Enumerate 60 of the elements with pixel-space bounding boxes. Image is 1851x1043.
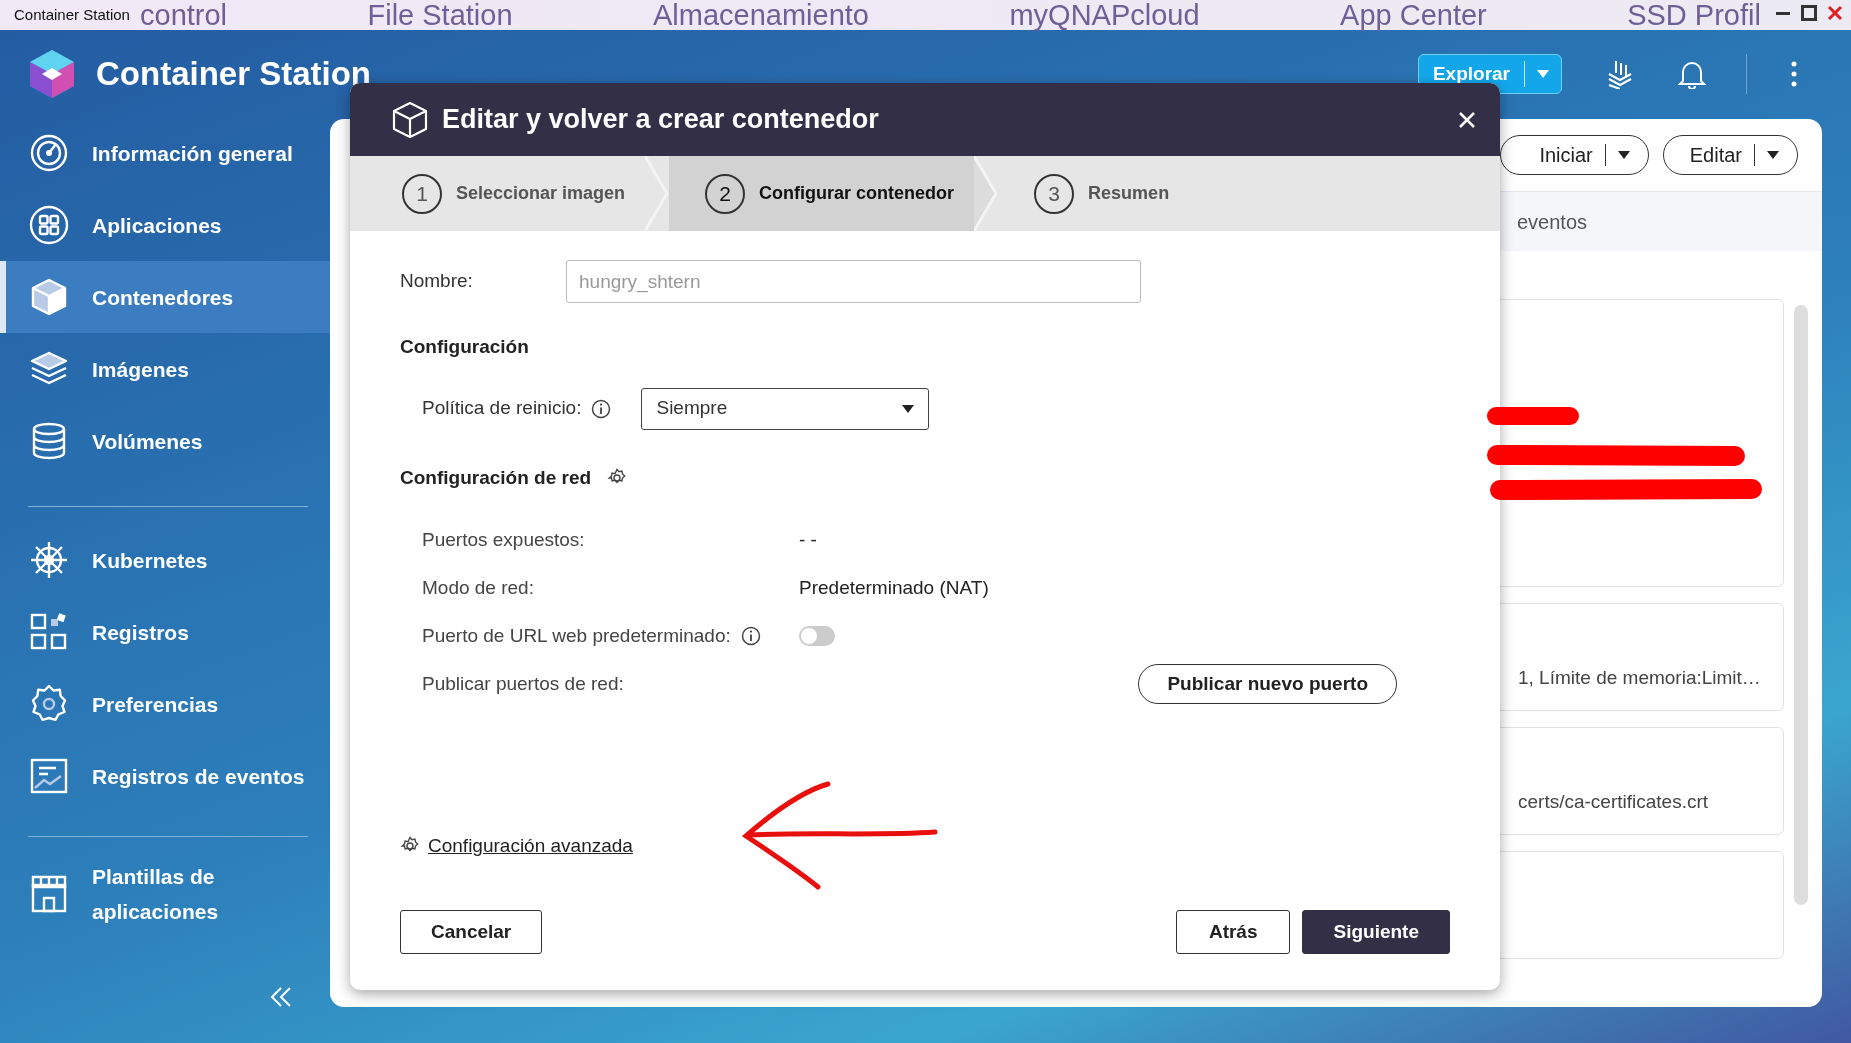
wizard-step[interactable]: 1 Seleccionar imagen: [350, 156, 646, 231]
field-value: Predeterminado (NAT): [799, 575, 989, 600]
caret-icon: [902, 404, 915, 413]
collapse-icon[interactable]: [270, 985, 292, 1008]
field-label: Publicar puertos de red:: [422, 671, 624, 696]
field-label: Nombre:: [400, 269, 474, 294]
tab[interactable]: myQNAPcloud: [1009, 0, 1200, 30]
advanced-settings-link[interactable]: Configuración avanzada: [428, 832, 633, 861]
caret-icon: [1767, 151, 1779, 159]
sidebar-item[interactable]: Registros de eventos: [0, 740, 330, 812]
sidebar-item[interactable]: Contenedores: [0, 261, 330, 333]
maximize-icon[interactable]: [1801, 5, 1817, 21]
cube-icon: [392, 100, 428, 139]
grid-icon: [28, 204, 70, 246]
publish-port-button[interactable]: Publicar nuevo puerto: [1138, 664, 1397, 704]
restart-policy-dropdown[interactable]: Siempre: [641, 387, 930, 430]
tab[interactable]: control: [140, 0, 228, 30]
window-title: Container Station: [13, 4, 131, 25]
close-icon[interactable]: [1827, 5, 1843, 21]
sidebar-item[interactable]: Preferencias: [0, 668, 330, 740]
tab[interactable]: eventos: [1517, 206, 1588, 237]
info-icon[interactable]: [740, 626, 761, 646]
sidebar-item[interactable]: Plantillas de aplicaciones: [0, 858, 330, 930]
field-label: Puertos expuestos:: [422, 527, 585, 552]
ship-wheel-icon: [28, 539, 70, 581]
card-text: certs/ca-certificates.crt: [1518, 789, 1709, 814]
field-value: - -: [799, 527, 817, 552]
tab[interactable]: App Center: [1340, 0, 1487, 30]
card-text: 1, Límite de memoria:Limit…: [1518, 665, 1761, 690]
sidebar-item[interactable]: Imágenes: [0, 333, 330, 405]
field-label: Política de reinicio:: [422, 396, 582, 421]
wizard-step[interactable]: 2 Configurar contenedor: [669, 156, 975, 231]
tab[interactable]: File Station: [367, 0, 513, 30]
app-title: Container Station: [96, 53, 371, 94]
toggle-switch[interactable]: [799, 626, 835, 646]
more-icon[interactable]: [1791, 60, 1797, 87]
sidebar-item[interactable]: Kubernetes: [0, 524, 330, 596]
gauge-icon: [28, 132, 70, 174]
split-button[interactable]: Iniciar: [1500, 135, 1649, 175]
caret-icon: [1537, 70, 1549, 79]
sidebar-item[interactable]: Volúmenes: [0, 405, 330, 477]
wizard-step[interactable]: 3 Resumen: [998, 156, 1190, 231]
section-title: Configuración: [400, 335, 530, 359]
scrollbar[interactable]: [1794, 305, 1808, 905]
dialog-title: Editar y volver a crear contenedor: [442, 103, 880, 137]
cancel-button[interactable]: Cancelar: [400, 910, 543, 954]
sidebar-item[interactable]: Información general: [0, 117, 330, 189]
field-label: Modo de red:: [422, 575, 534, 600]
info-icon[interactable]: [591, 398, 612, 419]
back-button[interactable]: Atrás: [1175, 910, 1291, 954]
next-button[interactable]: Siguiente: [1302, 910, 1450, 954]
sidebar-item[interactable]: Registros: [0, 596, 330, 668]
field-label: Puerto de URL web predeterminado:: [422, 623, 731, 648]
section-title: Configuración de red: [400, 465, 592, 490]
tab[interactable]: Almacenamiento: [653, 0, 869, 30]
split-button[interactable]: Editar: [1662, 135, 1798, 175]
stack-icon[interactable]: [1606, 58, 1634, 89]
caret-icon: [1617, 151, 1630, 159]
tab[interactable]: SSD Profil: [1627, 0, 1761, 30]
sidebar-item[interactable]: Aplicaciones: [0, 189, 330, 261]
